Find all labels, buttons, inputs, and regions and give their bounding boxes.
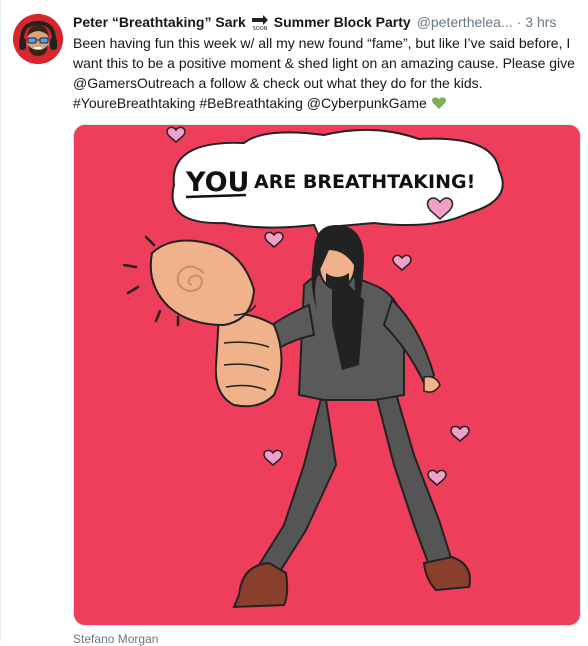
display-name[interactable]: Peter “Breathtaking” Sark: [73, 12, 246, 32]
tweet-text-line: want this to be a positive moment & shed…: [73, 55, 575, 71]
tweet-image[interactable]: YOU ARE BREATHTAKING!: [73, 124, 581, 626]
tweet: Peter “Breathtaking” Sark SOON Summer Bl…: [0, 0, 588, 646]
hashtags-mention[interactable]: #YoureBreathtaking #BeBreathtaking @Cybe…: [73, 95, 427, 111]
user-handle[interactable]: @peterthelea...: [417, 12, 513, 32]
soon-arrow-icon: SOON: [250, 13, 270, 32]
tweet-text: Been having fun this week w/ all my new …: [73, 33, 578, 113]
bubble-text-you: YOU: [185, 167, 249, 198]
tweet-text-line: #YoureBreathtaking #BeBreathtaking @Cybe…: [73, 93, 578, 113]
tweet-text-line: @GamersOutreach a follow & check out wha…: [73, 75, 483, 91]
separator-dot: ·: [516, 14, 522, 30]
bubble-text-rest: ARE BREATHTAKING!: [254, 171, 475, 193]
timestamp[interactable]: 3 hrs: [525, 12, 556, 32]
tweet-header: Peter “Breathtaking” Sark SOON Summer Bl…: [73, 12, 578, 32]
svg-text:SOON: SOON: [252, 26, 267, 31]
tweet-text-line: Been having fun this week w/ all my new …: [73, 35, 571, 51]
green-heart-icon: [431, 95, 447, 111]
display-name-suffix[interactable]: Summer Block Party: [274, 12, 411, 32]
image-credit: Stefano Morgan: [73, 632, 159, 646]
avatar[interactable]: [13, 14, 63, 64]
